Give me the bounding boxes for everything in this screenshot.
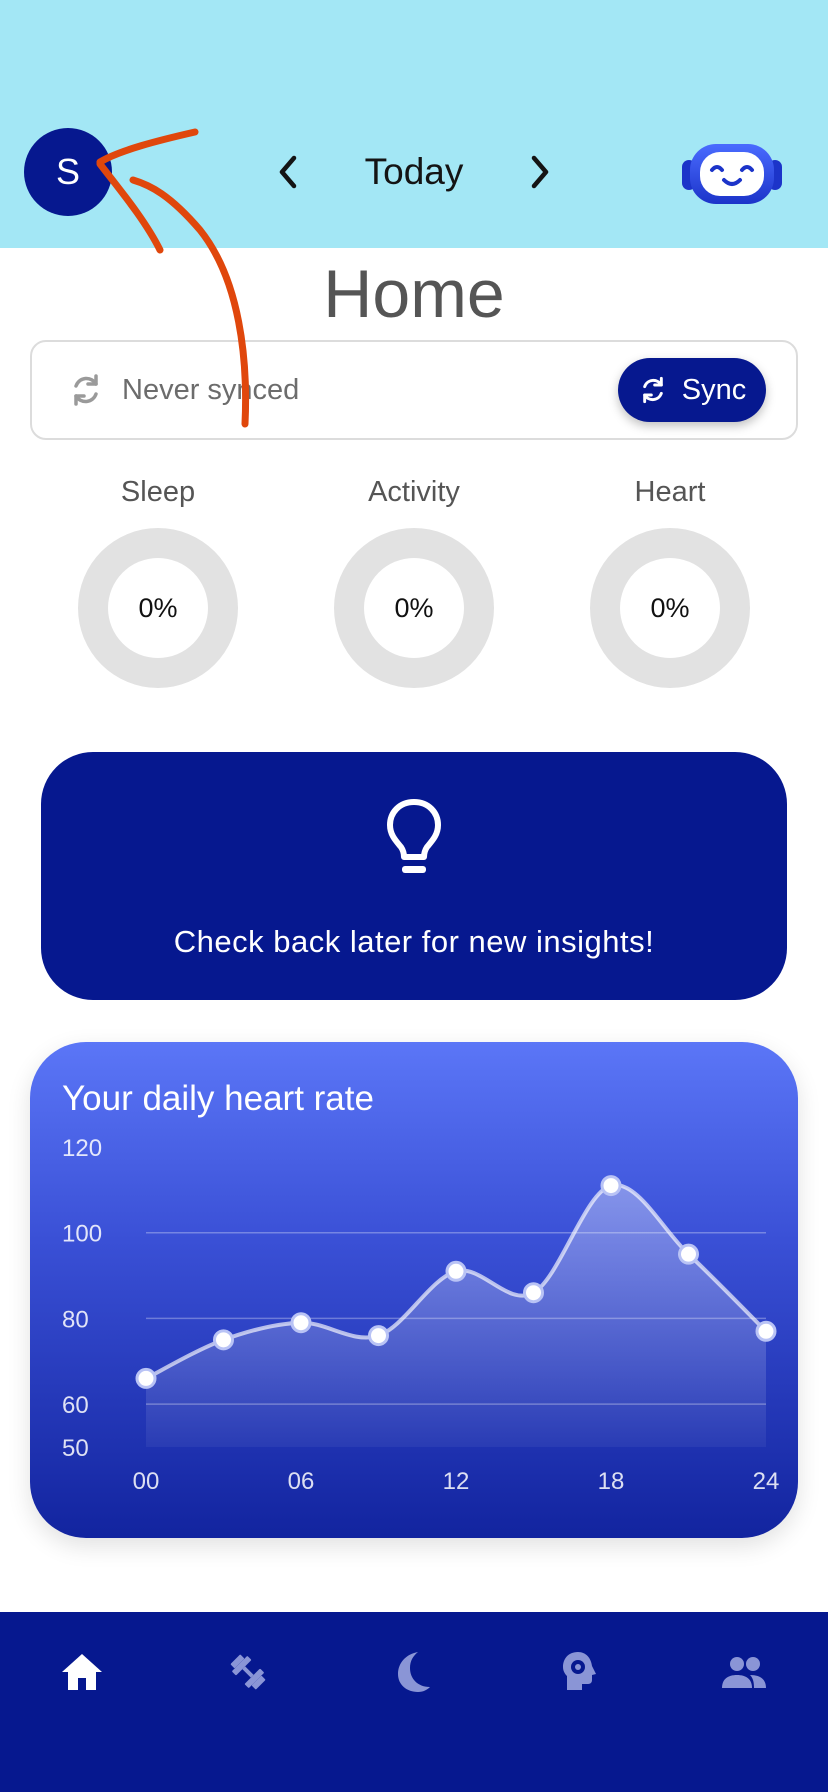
home-screen: S Today Home Never synced Sync Sleep 0% … [0, 0, 828, 1792]
hand-drawn-arrow-annotation [96, 128, 250, 428]
